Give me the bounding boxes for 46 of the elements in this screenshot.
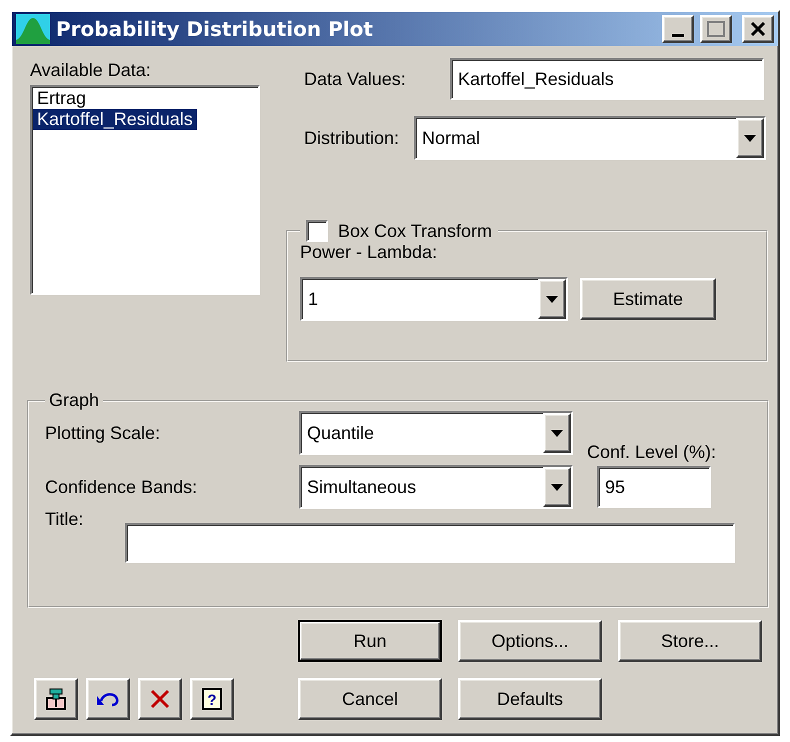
delete-x-icon — [149, 688, 171, 710]
dropdown-arrow-icon — [546, 296, 558, 302]
toolbar-button[interactable]: ? — [190, 678, 234, 720]
dialog-button[interactable]: Defaults — [458, 678, 602, 720]
dialog-button[interactable]: Options... — [458, 620, 602, 662]
close-icon — [750, 22, 766, 36]
toolbar-button[interactable] — [34, 678, 78, 720]
dialog-button[interactable]: Store... — [618, 620, 762, 662]
dropdown-arrow-icon — [551, 484, 563, 490]
plotting-scale-dropdown[interactable]: Quantile — [299, 411, 573, 455]
graph-group-title: Graph — [49, 390, 100, 411]
help-icon: ? — [201, 687, 223, 711]
close-button[interactable] — [742, 15, 774, 43]
conf-level-label: Conf. Level (%): — [587, 442, 718, 463]
plotting-scale-label: Plotting Scale: — [45, 422, 162, 444]
list-item[interactable]: Ertrag — [33, 88, 90, 109]
pushpin-icon — [44, 687, 68, 711]
minimize-icon — [672, 34, 684, 36]
list-item[interactable]: Kartoffel_Residuals — [33, 109, 197, 130]
confidence-bands-dropdown[interactable]: Simultaneous — [299, 465, 573, 509]
distribution-label: Distribution: — [304, 128, 400, 148]
lambda-dropdown[interactable]: 1 — [300, 277, 568, 321]
maximize-icon — [707, 21, 725, 37]
data-values-field[interactable]: Kartoffel_Residuals — [450, 58, 764, 100]
title-label: Title: — [45, 509, 84, 530]
window-title: Probability Distribution Plot — [56, 17, 374, 41]
available-data-label: Available Data: — [30, 60, 152, 81]
dropdown-arrow-icon — [744, 134, 756, 142]
confidence-bands-label: Confidence Bands: — [45, 476, 198, 498]
dropdown-arrow-icon — [551, 430, 563, 436]
data-values-label: Data Values: — [304, 68, 407, 90]
dialog-button[interactable]: Run — [298, 620, 442, 662]
available-data-list[interactable]: Ertrag Kartoffel_Residuals — [30, 85, 260, 295]
conf-level-field[interactable]: 95 — [597, 466, 711, 508]
dialog-button[interactable]: Cancel — [298, 678, 442, 720]
maximize-button[interactable] — [700, 15, 732, 43]
box-cox-checkbox[interactable] — [306, 220, 328, 242]
distribution-dropdown[interactable]: Normal — [414, 116, 766, 160]
title-field[interactable] — [125, 523, 735, 563]
estimate-button[interactable]: Estimate — [580, 278, 716, 320]
app-icon — [16, 14, 50, 44]
minimize-button[interactable] — [662, 15, 694, 43]
toolbar-button[interactable] — [138, 678, 182, 720]
power-lambda-label: Power - Lambda: — [300, 242, 438, 263]
box-cox-label: Box Cox Transform — [338, 220, 492, 242]
toolbar-button[interactable] — [86, 678, 130, 720]
